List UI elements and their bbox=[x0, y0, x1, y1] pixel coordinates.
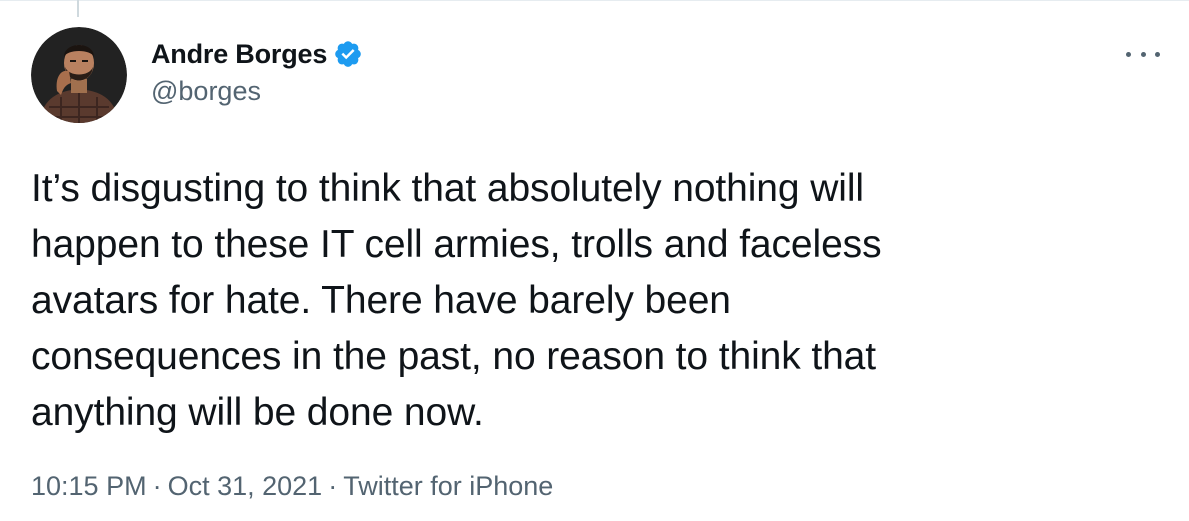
tweet-text-line: anything will be done now. bbox=[31, 391, 484, 434]
meta-separator: · bbox=[328, 471, 338, 501]
tweet-text-line: avatars for hate. There have barely been bbox=[31, 279, 731, 322]
divider bbox=[0, 0, 1189, 1]
avatar[interactable] bbox=[31, 27, 127, 123]
meta-separator: · bbox=[152, 471, 162, 501]
tweet-text-line: consequences in the past, no reason to t… bbox=[31, 335, 877, 378]
tweet-metadata: 10:15 PM · Oct 31, 2021 · Twitter for iPhone bbox=[31, 471, 553, 502]
tweet-text-line: It’s disgusting to think that absolutely… bbox=[31, 167, 864, 210]
verified-badge-icon bbox=[333, 39, 363, 69]
author-display-name[interactable]: Andre Borges bbox=[151, 39, 327, 70]
author-name-row: Andre Borges bbox=[151, 38, 363, 70]
more-options-icon[interactable] bbox=[1126, 44, 1160, 64]
more-dot bbox=[1155, 51, 1160, 57]
tweet-date-link[interactable]: Oct 31, 2021 bbox=[168, 471, 323, 501]
author-block: Andre Borges @borges bbox=[151, 38, 363, 107]
more-dot bbox=[1140, 51, 1146, 57]
tweet-source-link[interactable]: Twitter for iPhone bbox=[343, 471, 553, 501]
tweet-card: Andre Borges @borges It’s disgusting to … bbox=[0, 0, 1189, 521]
author-handle[interactable]: @borges bbox=[151, 76, 363, 107]
thread-connector-line bbox=[77, 0, 79, 17]
tweet-text: It’s disgusting to think that absolutely… bbox=[31, 161, 1151, 441]
tweet-time-link[interactable]: 10:15 PM bbox=[31, 471, 147, 501]
more-dot bbox=[1126, 51, 1131, 57]
avatar-image bbox=[31, 27, 127, 123]
tweet-text-line: happen to these IT cell armies, trolls a… bbox=[31, 223, 882, 266]
